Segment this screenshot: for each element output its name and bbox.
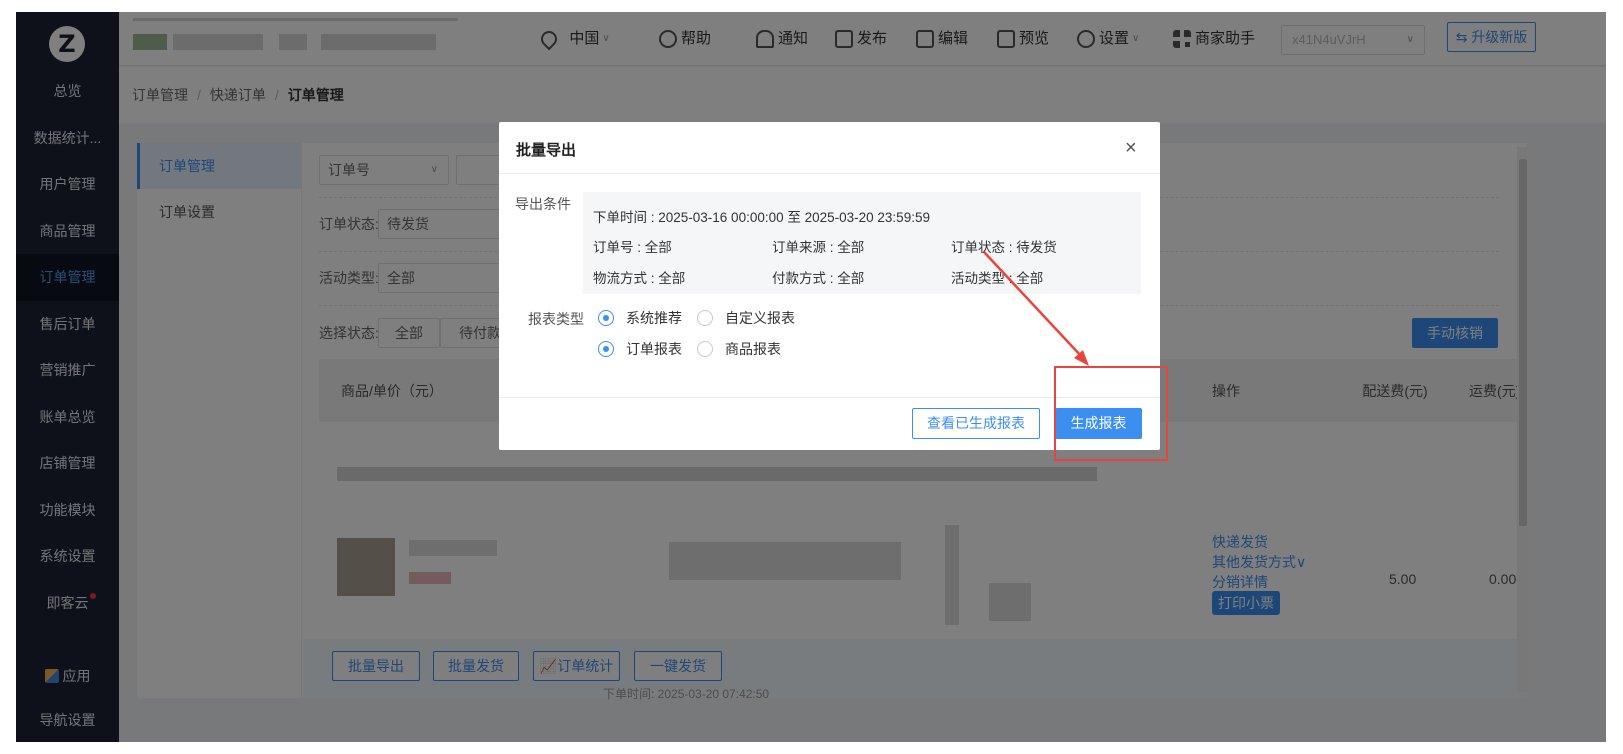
app-frame: Z 总览 数据统计... 用户管理 商品管理 订单管理 售后订单 营销推广 账单… xyxy=(16,12,1606,742)
annotation-arrow xyxy=(983,251,1089,366)
